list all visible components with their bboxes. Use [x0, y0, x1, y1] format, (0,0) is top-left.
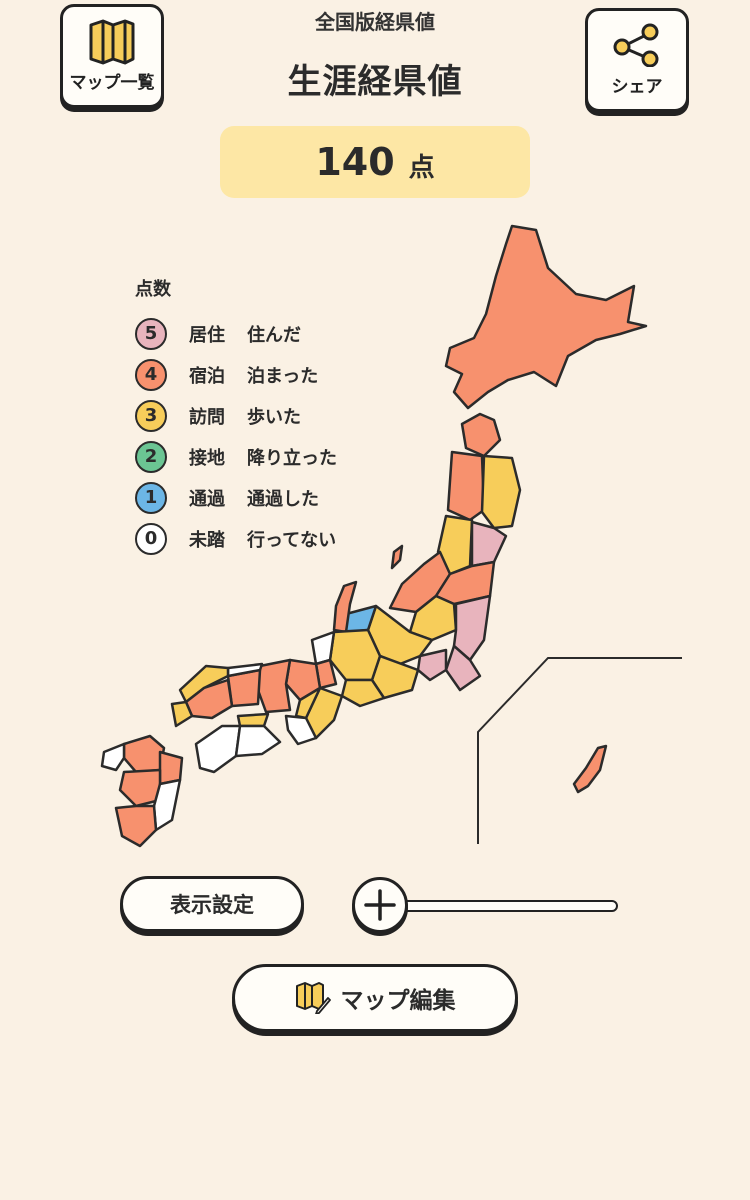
legend-item-3: 3 訪問 歩いた: [135, 395, 337, 436]
legend-label: 通過: [189, 488, 225, 510]
legend-desc: 行ってない: [247, 529, 337, 551]
map-edit-label: マップ編集: [340, 988, 456, 1014]
legend-title: 点数: [135, 279, 171, 300]
share-label: シェア: [611, 77, 663, 97]
prefecture-miyazaki[interactable]: [152, 778, 182, 832]
prefecture-kochi[interactable]: [234, 724, 282, 758]
prefecture-kumamoto[interactable]: [118, 768, 162, 808]
legend-item-4: 4 宿泊 泊まった: [135, 354, 337, 395]
prefecture-fukuoka[interactable]: [122, 734, 166, 774]
zoom-slider-track[interactable]: [380, 900, 618, 912]
island-sado: [390, 544, 404, 570]
legend-item-0: 0 未踏 行ってない: [135, 518, 337, 559]
plus-icon: [364, 889, 396, 921]
legend-badge: 4: [135, 358, 167, 391]
legend-item-1: 1 通過 通過した: [135, 477, 337, 518]
prefecture-hokkaido[interactable]: [444, 224, 648, 410]
prefecture-iwate[interactable]: [480, 454, 522, 530]
legend-desc: 歩いた: [247, 406, 301, 428]
prefecture-ehime[interactable]: [194, 724, 242, 774]
japan-map[interactable]: [0, 200, 750, 860]
legend-badge: 5: [135, 317, 167, 350]
prefecture-aomori[interactable]: [460, 412, 502, 458]
legend: 点数 5 居住 住んだ 4 宿泊 泊まった 3 訪問 歩いた 2 接地 降り立っ…: [135, 275, 337, 559]
legend-desc: 降り立った: [247, 447, 337, 469]
prefecture-hyogo[interactable]: [256, 658, 292, 714]
legend-desc: 住んだ: [247, 324, 301, 346]
map-edit-icon: [295, 982, 331, 1014]
legend-label: 訪問: [189, 406, 225, 428]
prefecture-kagoshima[interactable]: [114, 804, 158, 848]
inset-frame: [477, 657, 682, 844]
map-edit-button[interactable]: マップ編集: [232, 964, 518, 1032]
legend-item-5: 5 居住 住んだ: [135, 313, 337, 354]
legend-label: 宿泊: [189, 365, 225, 387]
island-ogasawara: [572, 744, 608, 794]
prefecture-akita[interactable]: [446, 450, 486, 522]
legend-label: 居住: [189, 324, 225, 346]
score-unit: 点: [408, 152, 435, 183]
score-display: 140 点: [220, 126, 530, 198]
prefecture-saga[interactable]: [100, 742, 126, 772]
display-settings-label: 表示設定: [170, 893, 254, 917]
legend-label: 接地: [189, 447, 225, 469]
zoom-slider-handle[interactable]: [352, 877, 408, 933]
legend-list: 5 居住 住んだ 4 宿泊 泊まった 3 訪問 歩いた 2 接地 降り立った 1…: [135, 313, 337, 559]
legend-badge: 1: [135, 481, 167, 514]
prefecture-kagawa[interactable]: [236, 712, 270, 728]
legend-badge: 3: [135, 399, 167, 432]
legend-label: 未踏: [189, 529, 225, 551]
legend-badge: 0: [135, 522, 167, 555]
share-button[interactable]: シェア: [585, 8, 689, 112]
legend-badge: 2: [135, 440, 167, 473]
prefecture-miyagi[interactable]: [470, 520, 508, 568]
share-icon: [613, 23, 659, 67]
score-value: 140: [315, 140, 395, 184]
legend-desc: 通過した: [247, 488, 319, 510]
legend-item-2: 2 接地 降り立った: [135, 436, 337, 477]
prefecture-gifu[interactable]: [328, 628, 382, 682]
display-settings-button[interactable]: 表示設定: [120, 876, 304, 932]
legend-desc: 泊まった: [247, 365, 319, 387]
